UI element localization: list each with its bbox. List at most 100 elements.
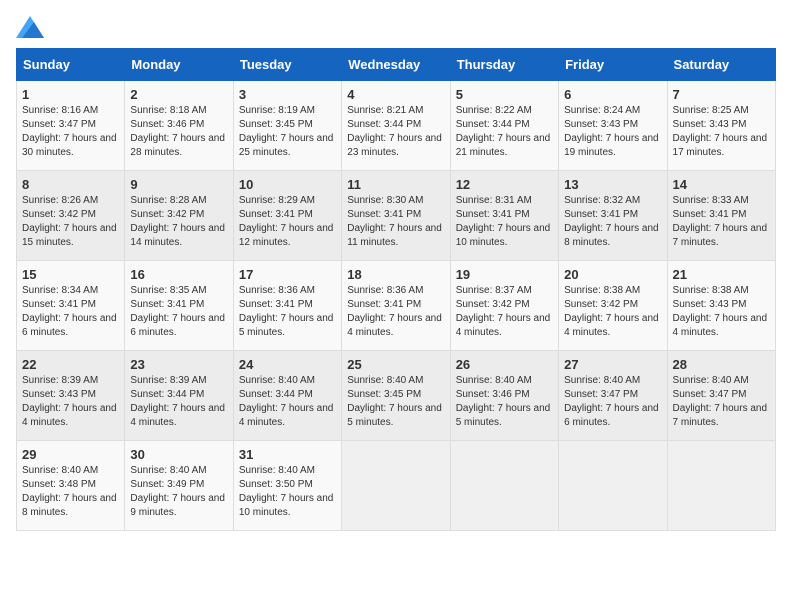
calendar-cell: 6 Sunrise: 8:24 AM Sunset: 3:43 PM Dayli… <box>559 81 667 171</box>
cell-sunrise: Sunrise: 8:36 AM <box>347 285 423 296</box>
day-number: 8 <box>22 177 119 192</box>
calendar-cell: 23 Sunrise: 8:39 AM Sunset: 3:44 PM Dayl… <box>125 351 233 441</box>
cell-daylight: Daylight: 7 hours and 9 minutes. <box>130 493 225 518</box>
cell-sunrise: Sunrise: 8:33 AM <box>673 195 749 206</box>
cell-daylight: Daylight: 7 hours and 7 minutes. <box>673 403 768 428</box>
day-number: 19 <box>456 267 553 282</box>
cell-daylight: Daylight: 7 hours and 17 minutes. <box>673 133 768 158</box>
cell-sunrise: Sunrise: 8:16 AM <box>22 105 98 116</box>
calendar-cell: 25 Sunrise: 8:40 AM Sunset: 3:45 PM Dayl… <box>342 351 450 441</box>
cell-sunrise: Sunrise: 8:40 AM <box>130 465 206 476</box>
cell-sunset: Sunset: 3:47 PM <box>22 119 96 130</box>
cell-sunset: Sunset: 3:45 PM <box>347 389 421 400</box>
cell-daylight: Daylight: 7 hours and 14 minutes. <box>130 223 225 248</box>
cell-daylight: Daylight: 7 hours and 6 minutes. <box>130 313 225 338</box>
cell-daylight: Daylight: 7 hours and 12 minutes. <box>239 223 334 248</box>
cell-daylight: Daylight: 7 hours and 6 minutes. <box>22 313 117 338</box>
cell-sunset: Sunset: 3:50 PM <box>239 479 313 490</box>
cell-sunrise: Sunrise: 8:40 AM <box>456 375 532 386</box>
calendar-header: SundayMondayTuesdayWednesdayThursdayFrid… <box>17 49 776 81</box>
cell-daylight: Daylight: 7 hours and 7 minutes. <box>673 223 768 248</box>
day-number: 13 <box>564 177 661 192</box>
cell-daylight: Daylight: 7 hours and 4 minutes. <box>673 313 768 338</box>
cell-sunrise: Sunrise: 8:40 AM <box>22 465 98 476</box>
cell-sunset: Sunset: 3:46 PM <box>130 119 204 130</box>
cell-daylight: Daylight: 7 hours and 11 minutes. <box>347 223 442 248</box>
cell-daylight: Daylight: 7 hours and 8 minutes. <box>22 493 117 518</box>
cell-sunrise: Sunrise: 8:38 AM <box>564 285 640 296</box>
day-number: 23 <box>130 357 227 372</box>
cell-sunset: Sunset: 3:41 PM <box>347 299 421 310</box>
day-number: 12 <box>456 177 553 192</box>
cell-daylight: Daylight: 7 hours and 4 minutes. <box>239 403 334 428</box>
page-header <box>16 16 776 38</box>
cell-sunset: Sunset: 3:45 PM <box>239 119 313 130</box>
cell-sunrise: Sunrise: 8:40 AM <box>564 375 640 386</box>
calendar-cell: 27 Sunrise: 8:40 AM Sunset: 3:47 PM Dayl… <box>559 351 667 441</box>
cell-sunrise: Sunrise: 8:22 AM <box>456 105 532 116</box>
calendar-cell: 13 Sunrise: 8:32 AM Sunset: 3:41 PM Dayl… <box>559 171 667 261</box>
calendar-cell: 16 Sunrise: 8:35 AM Sunset: 3:41 PM Dayl… <box>125 261 233 351</box>
cell-sunset: Sunset: 3:41 PM <box>456 209 530 220</box>
day-number: 3 <box>239 87 336 102</box>
cell-sunrise: Sunrise: 8:35 AM <box>130 285 206 296</box>
day-number: 27 <box>564 357 661 372</box>
day-number: 16 <box>130 267 227 282</box>
calendar-cell: 12 Sunrise: 8:31 AM Sunset: 3:41 PM Dayl… <box>450 171 558 261</box>
calendar-cell: 28 Sunrise: 8:40 AM Sunset: 3:47 PM Dayl… <box>667 351 775 441</box>
cell-sunset: Sunset: 3:41 PM <box>22 299 96 310</box>
cell-daylight: Daylight: 7 hours and 4 minutes. <box>130 403 225 428</box>
cell-sunset: Sunset: 3:42 PM <box>22 209 96 220</box>
calendar-cell: 9 Sunrise: 8:28 AM Sunset: 3:42 PM Dayli… <box>125 171 233 261</box>
calendar-cell: 10 Sunrise: 8:29 AM Sunset: 3:41 PM Dayl… <box>233 171 341 261</box>
cell-daylight: Daylight: 7 hours and 4 minutes. <box>564 313 659 338</box>
cell-sunrise: Sunrise: 8:28 AM <box>130 195 206 206</box>
calendar-cell <box>667 441 775 531</box>
cell-sunset: Sunset: 3:44 PM <box>130 389 204 400</box>
day-number: 31 <box>239 447 336 462</box>
cell-sunset: Sunset: 3:47 PM <box>564 389 638 400</box>
calendar-cell: 18 Sunrise: 8:36 AM Sunset: 3:41 PM Dayl… <box>342 261 450 351</box>
cell-sunrise: Sunrise: 8:26 AM <box>22 195 98 206</box>
cell-sunset: Sunset: 3:47 PM <box>673 389 747 400</box>
day-number: 15 <box>22 267 119 282</box>
cell-sunset: Sunset: 3:41 PM <box>564 209 638 220</box>
calendar-cell: 3 Sunrise: 8:19 AM Sunset: 3:45 PM Dayli… <box>233 81 341 171</box>
calendar-cell: 15 Sunrise: 8:34 AM Sunset: 3:41 PM Dayl… <box>17 261 125 351</box>
cell-daylight: Daylight: 7 hours and 21 minutes. <box>456 133 551 158</box>
cell-sunset: Sunset: 3:46 PM <box>456 389 530 400</box>
cell-sunrise: Sunrise: 8:29 AM <box>239 195 315 206</box>
calendar-table: SundayMondayTuesdayWednesdayThursdayFrid… <box>16 48 776 531</box>
day-number: 18 <box>347 267 444 282</box>
cell-sunset: Sunset: 3:49 PM <box>130 479 204 490</box>
calendar-week-3: 15 Sunrise: 8:34 AM Sunset: 3:41 PM Dayl… <box>17 261 776 351</box>
cell-sunrise: Sunrise: 8:30 AM <box>347 195 423 206</box>
cell-sunrise: Sunrise: 8:34 AM <box>22 285 98 296</box>
cell-sunset: Sunset: 3:41 PM <box>239 209 313 220</box>
cell-sunrise: Sunrise: 8:40 AM <box>347 375 423 386</box>
cell-sunset: Sunset: 3:44 PM <box>239 389 313 400</box>
cell-sunrise: Sunrise: 8:40 AM <box>239 465 315 476</box>
day-number: 22 <box>22 357 119 372</box>
day-number: 5 <box>456 87 553 102</box>
cell-sunrise: Sunrise: 8:25 AM <box>673 105 749 116</box>
cell-daylight: Daylight: 7 hours and 5 minutes. <box>347 403 442 428</box>
cell-sunrise: Sunrise: 8:18 AM <box>130 105 206 116</box>
cell-daylight: Daylight: 7 hours and 4 minutes. <box>22 403 117 428</box>
calendar-cell: 19 Sunrise: 8:37 AM Sunset: 3:42 PM Dayl… <box>450 261 558 351</box>
day-number: 6 <box>564 87 661 102</box>
calendar-cell: 2 Sunrise: 8:18 AM Sunset: 3:46 PM Dayli… <box>125 81 233 171</box>
cell-sunset: Sunset: 3:42 PM <box>130 209 204 220</box>
day-number: 1 <box>22 87 119 102</box>
day-number: 4 <box>347 87 444 102</box>
calendar-cell <box>342 441 450 531</box>
cell-sunset: Sunset: 3:43 PM <box>673 119 747 130</box>
day-header-thursday: Thursday <box>450 49 558 81</box>
day-header-wednesday: Wednesday <box>342 49 450 81</box>
calendar-cell: 5 Sunrise: 8:22 AM Sunset: 3:44 PM Dayli… <box>450 81 558 171</box>
cell-daylight: Daylight: 7 hours and 5 minutes. <box>456 403 551 428</box>
calendar-cell <box>559 441 667 531</box>
day-number: 21 <box>673 267 770 282</box>
day-number: 11 <box>347 177 444 192</box>
cell-sunrise: Sunrise: 8:37 AM <box>456 285 532 296</box>
